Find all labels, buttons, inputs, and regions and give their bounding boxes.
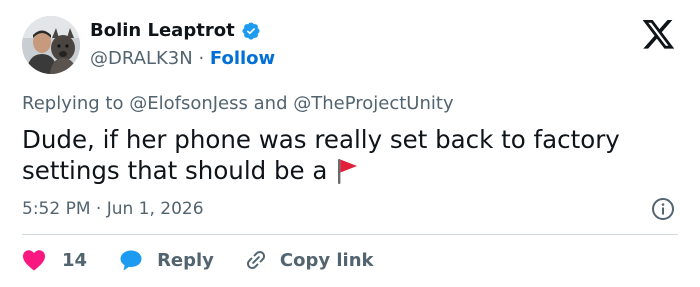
info-icon[interactable]	[651, 197, 675, 221]
author-handle[interactable]: @DRALK3N	[90, 48, 193, 69]
tweet-timestamp[interactable]: 5:52 PM · Jun 1, 2026	[22, 198, 204, 220]
copy-link-label: Copy link	[279, 249, 374, 271]
divider	[22, 234, 678, 235]
author-name-row: Bolin Leaptrot	[90, 20, 261, 42]
reply-button[interactable]: Reply	[119, 248, 214, 272]
copy-link-button[interactable]: Copy link	[244, 248, 374, 272]
mention-link[interactable]: @ElofsonJess	[129, 93, 248, 114]
avatar[interactable]	[22, 16, 80, 74]
handle-separator: ·	[198, 48, 205, 69]
x-logo-icon[interactable]	[642, 20, 676, 50]
author-display-name[interactable]: Bolin Leaptrot	[90, 20, 235, 42]
tweet-body: Dude, if her phone was really set back t…	[22, 125, 620, 185]
reply-label: Reply	[157, 249, 214, 271]
heart-icon	[23, 250, 45, 271]
like-count: 14	[62, 249, 88, 271]
like-button[interactable]: 14	[22, 249, 87, 271]
red-flag-icon	[338, 159, 358, 184]
follow-button[interactable]: Follow	[210, 48, 275, 69]
replying-to-line: Replying to @ElofsonJess and @TheProject…	[22, 93, 454, 115]
tweet-actions-bar: 14 Reply Copy link	[22, 247, 374, 273]
verified-badge-icon	[242, 22, 260, 40]
replying-to-prefix: Replying to	[22, 93, 124, 114]
mention-link[interactable]: @TheProjectUnity	[293, 93, 453, 114]
replying-to-conjunction: and	[253, 93, 288, 114]
link-icon	[246, 250, 265, 270]
tweet-text: Dude, if her phone was really set back t…	[22, 124, 672, 186]
avatar-image	[22, 16, 80, 74]
author-handle-row: @DRALK3N · Follow	[90, 48, 275, 70]
reply-bubble-icon	[120, 250, 142, 271]
